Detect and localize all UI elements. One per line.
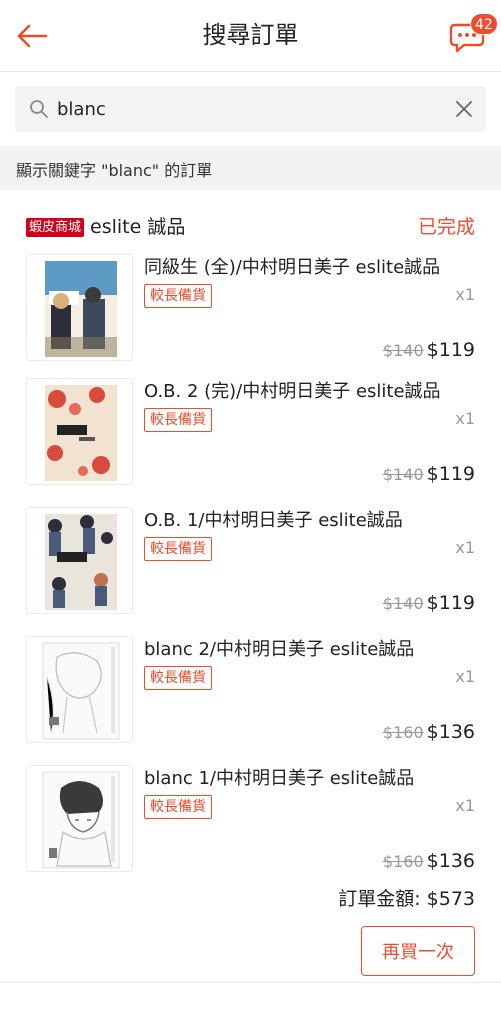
item-final-price: $119 xyxy=(426,339,475,361)
product-thumbnail xyxy=(26,507,133,614)
top-bar: 搜尋訂單 42 xyxy=(0,0,501,72)
item-tag: 較長備貨 xyxy=(144,284,212,308)
item-price: $140 $119 xyxy=(383,339,475,363)
item-name: O.B. 1/中村明日美子 eslite誠品 xyxy=(144,510,403,531)
item-tag: 較長備貨 xyxy=(144,666,212,690)
item-name: 同級生 (全)/中村明日美子 eslite誠品 xyxy=(144,257,441,278)
product-thumbnail xyxy=(26,636,133,743)
item-name: blanc 2/中村明日美子 eslite誠品 xyxy=(144,639,415,660)
product-thumbnail xyxy=(26,378,133,485)
item-final-price: $136 xyxy=(426,850,475,872)
search-input[interactable] xyxy=(57,86,437,132)
item-original-price: $160 xyxy=(382,723,424,742)
product-thumbnail xyxy=(26,254,133,361)
buy-again-button[interactable]: 再買一次 xyxy=(361,926,475,976)
item-final-price: $119 xyxy=(426,592,475,614)
item-qty: x1 xyxy=(455,285,475,304)
order-item[interactable]: 同級生 (全)/中村明日美子 eslite誠品 較長備貨 x1 $140 $11… xyxy=(10,254,491,374)
item-final-price: $119 xyxy=(426,463,475,485)
shop-name[interactable]: eslite 誠品 xyxy=(90,214,185,240)
item-qty: x1 xyxy=(455,538,475,557)
mall-badge: 蝦皮商城 xyxy=(26,218,85,237)
item-qty: x1 xyxy=(455,667,475,686)
order-total: 訂單金額: $573 xyxy=(338,888,475,910)
chat-unread-badge: 42 xyxy=(470,13,498,35)
search-icon xyxy=(30,100,48,118)
order-item[interactable]: O.B. 1/中村明日美子 eslite誠品 較長備貨 x1 $140 $119 xyxy=(10,507,491,627)
order-item[interactable]: blanc 2/中村明日美子 eslite誠品 較長備貨 x1 $160 $13… xyxy=(10,636,491,756)
order-card[interactable]: 蝦皮商城 eslite 誠品 已完成 同級生 (全)/中村明日美子 eslite… xyxy=(10,200,491,990)
item-price: $140 $119 xyxy=(383,463,475,487)
item-price: $160 $136 xyxy=(383,850,475,874)
item-original-price: $160 xyxy=(382,852,424,871)
product-thumbnail xyxy=(26,765,133,872)
item-price: $140 $119 xyxy=(383,592,475,616)
search-result-hint: 顯示關鍵字 "blanc" 的訂單 xyxy=(0,146,501,190)
item-final-price: $136 xyxy=(426,721,475,743)
bottom-area xyxy=(0,982,501,1024)
item-original-price: $140 xyxy=(382,341,424,360)
search-box[interactable] xyxy=(15,86,486,132)
order-status: 已完成 xyxy=(417,216,475,238)
shop-row[interactable]: 蝦皮商城 eslite 誠品 已完成 xyxy=(10,200,491,250)
close-icon[interactable] xyxy=(454,99,474,119)
order-item[interactable]: blanc 1/中村明日美子 eslite誠品 較長備貨 x1 $160 $13… xyxy=(10,765,491,885)
page-title: 搜尋訂單 xyxy=(202,21,299,49)
search-bar xyxy=(0,73,501,145)
item-tag: 較長備貨 xyxy=(144,537,212,561)
item-tag: 較長備貨 xyxy=(144,795,212,819)
item-original-price: $140 xyxy=(382,594,424,613)
item-price: $160 $136 xyxy=(383,721,475,745)
item-tag: 較長備貨 xyxy=(144,408,212,432)
order-item[interactable]: O.B. 2 (完)/中村明日美子 eslite誠品 較長備貨 x1 $140 … xyxy=(10,378,491,498)
item-qty: x1 xyxy=(455,796,475,815)
item-name: blanc 1/中村明日美子 eslite誠品 xyxy=(144,768,415,789)
item-qty: x1 xyxy=(455,409,475,428)
item-original-price: $140 xyxy=(382,465,424,484)
item-name: O.B. 2 (完)/中村明日美子 eslite誠品 xyxy=(144,381,441,402)
